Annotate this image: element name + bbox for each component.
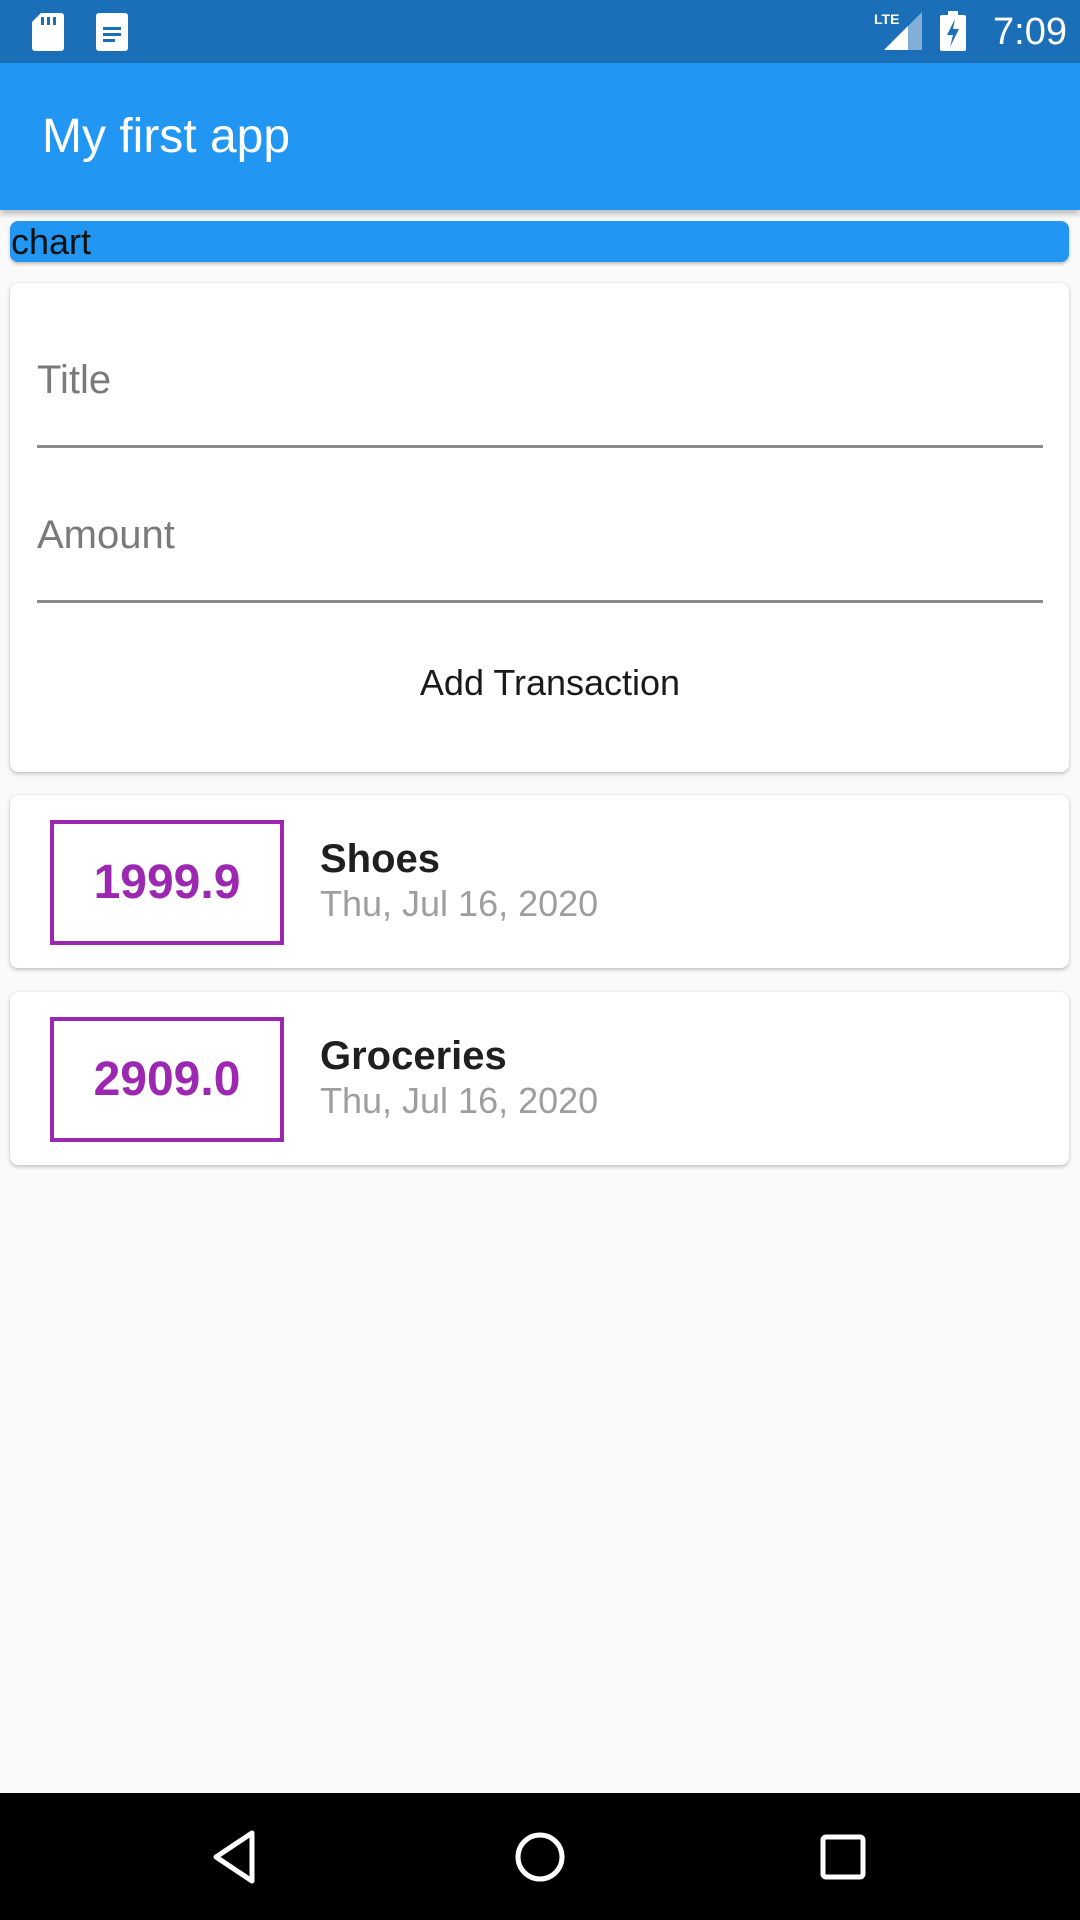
app-screen: LTE 7:09 My first app chart Title Amount… — [0, 0, 1080, 1920]
recents-icon[interactable] — [813, 1827, 873, 1887]
app-bar: My first app — [0, 63, 1080, 210]
amount-badge: 1999.9 — [50, 820, 284, 945]
chart-card: chart — [10, 221, 1069, 262]
back-icon[interactable] — [206, 1827, 266, 1887]
lte-signal-icon: LTE — [874, 11, 922, 50]
transaction-amount: 2909.0 — [93, 1053, 241, 1106]
chart-label: chart — [11, 221, 92, 262]
app-title: My first app — [42, 110, 291, 163]
home-icon[interactable] — [510, 1827, 570, 1887]
sd-card-icon — [32, 13, 64, 51]
navigation-bar — [0, 1793, 1080, 1920]
transaction-card: 1999.9 Shoes Thu, Jul 16, 2020 — [10, 795, 1069, 968]
amount-input[interactable]: Amount — [37, 510, 1043, 603]
transaction-title: Groceries — [320, 1034, 507, 1078]
transaction-date: Thu, Jul 16, 2020 — [320, 1080, 599, 1121]
new-transaction-card: Title Amount Add Transaction — [10, 283, 1069, 772]
battery-charging-icon — [940, 11, 966, 51]
add-transaction-button[interactable]: Add Transaction — [360, 653, 740, 713]
title-input[interactable]: Title — [37, 355, 1043, 448]
transaction-date: Thu, Jul 16, 2020 — [320, 883, 599, 924]
status-time: 7:09 — [993, 11, 1067, 53]
status-bar: LTE 7:09 — [0, 0, 1080, 63]
amount-placeholder: Amount — [37, 513, 175, 557]
transaction-card: 2909.0 Groceries Thu, Jul 16, 2020 — [10, 992, 1069, 1165]
svg-text:LTE: LTE — [874, 11, 899, 27]
transaction-amount: 1999.9 — [93, 856, 241, 909]
document-icon — [96, 13, 128, 51]
title-placeholder: Title — [37, 358, 112, 402]
amount-badge: 2909.0 — [50, 1017, 284, 1142]
transaction-title: Shoes — [320, 837, 441, 881]
